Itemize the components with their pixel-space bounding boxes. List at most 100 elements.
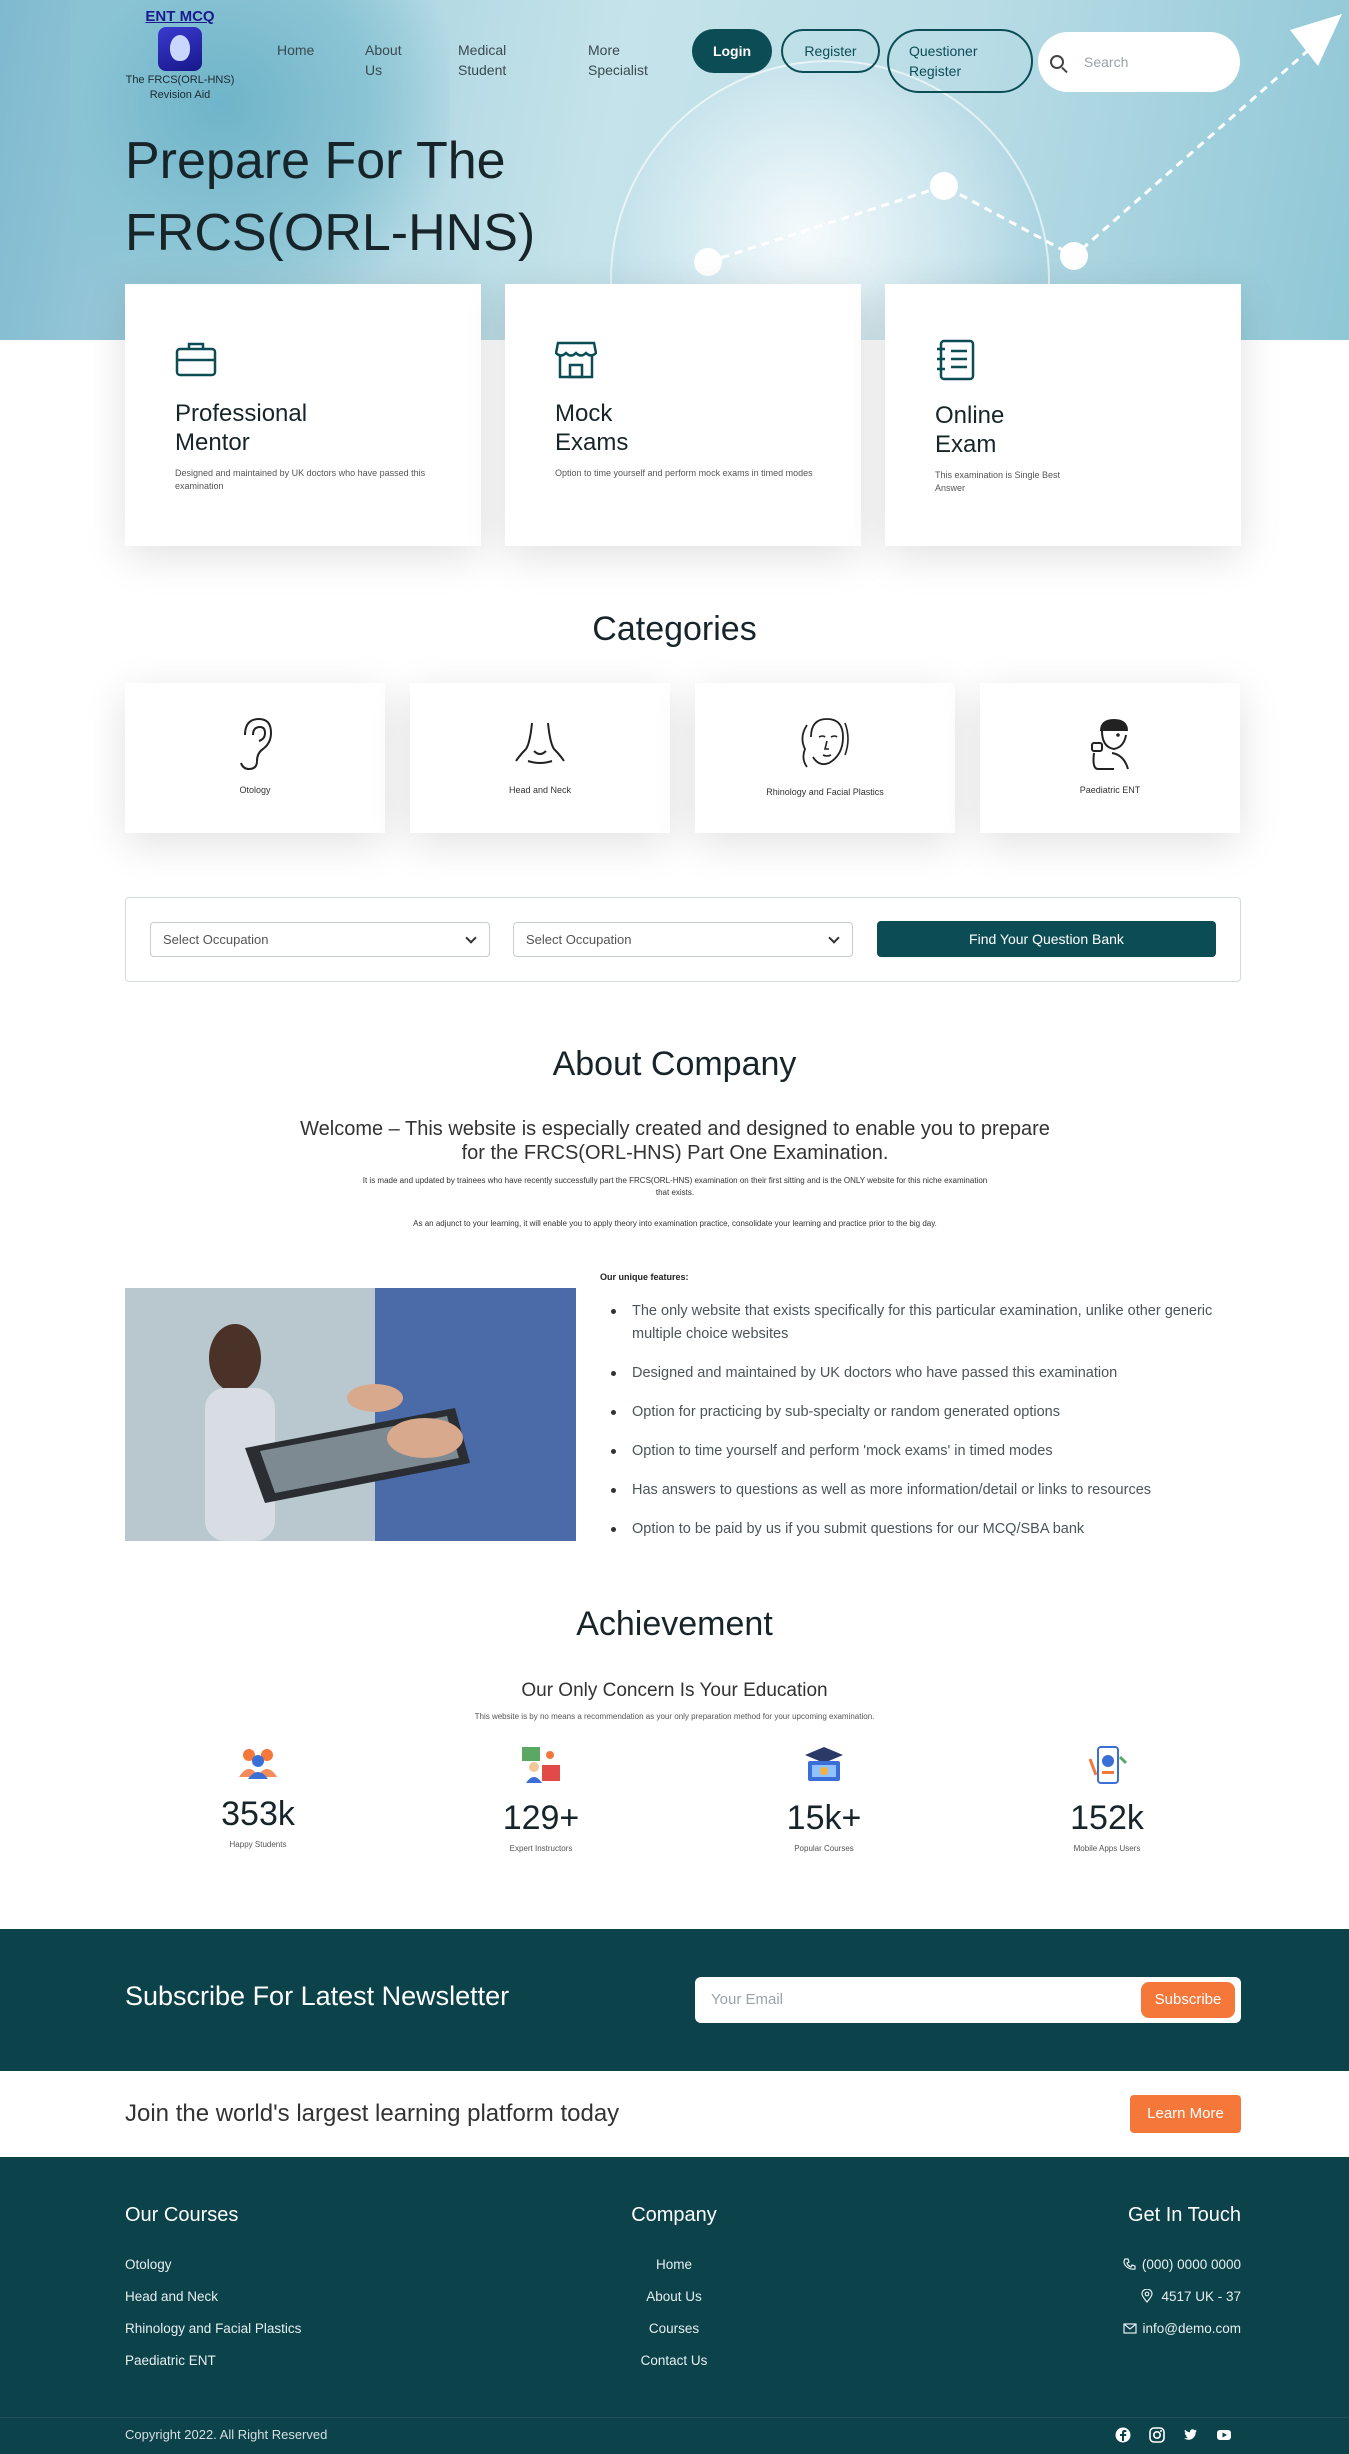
footer-email[interactable]: info@demo.com — [1041, 2321, 1241, 2336]
nav-home-label: Home — [277, 42, 315, 58]
questioner-label-1: Questioner — [909, 43, 978, 59]
feature-title-line-2: Exams — [555, 429, 629, 456]
chevron-down-icon — [465, 932, 477, 944]
feature-title: Mock Exams — [555, 399, 735, 457]
occupation-select-1[interactable]: Select Occupation — [150, 922, 490, 957]
child-ent-icon — [1091, 719, 1129, 770]
footer-contact-title: Get In Touch — [1127, 2204, 1241, 2226]
category-card-paediatric[interactable]: Paediatric ENT — [980, 683, 1240, 833]
feature-title: Professional Mentor — [175, 399, 355, 457]
login-button[interactable]: Login — [692, 29, 772, 73]
footer-link-otology[interactable]: Otology — [125, 2257, 172, 2272]
stat-popular-courses: 15k+ Popular Courses — [724, 1745, 924, 1853]
hero-heading: Prepare For The FRCS(ORL-HNS) — [125, 125, 535, 269]
footer-courses-title: Our Courses — [125, 2204, 239, 2226]
occupation-select-2[interactable]: Select Occupation — [513, 922, 853, 957]
facebook-icon[interactable] — [1115, 2427, 1131, 2443]
footer-link-contact[interactable]: Contact Us — [574, 2353, 774, 2368]
footer-link-rhinology[interactable]: Rhinology and Facial Plastics — [125, 2321, 301, 2336]
footer-link-head-neck[interactable]: Head and Neck — [125, 2289, 218, 2304]
about-photo-image — [125, 1288, 576, 1541]
stat-mobile-app-users: 152k Mobile Apps Users — [1007, 1745, 1207, 1853]
feature-card-online-exam: Online Exam This examination is Single B… — [885, 284, 1241, 546]
footer-link-paediatric[interactable]: Paediatric ENT — [125, 2353, 216, 2368]
stat-happy-students: 353k Happy Students — [158, 1745, 358, 1849]
about-paragraph-2: As an adjunct to your learning, it will … — [413, 1219, 937, 1228]
category-label: Rhinology and Facial Plastics — [766, 787, 884, 797]
nav-medical-student[interactable]: Medical Student — [458, 40, 506, 80]
join-text: Join the world's largest learning platfo… — [125, 2100, 620, 2127]
footer-company-title: Company — [631, 2204, 717, 2226]
copyright-text: Copyright 2022. All Right Reserved — [125, 2427, 328, 2442]
subscribe-button[interactable]: Subscribe — [1141, 1982, 1235, 2018]
footer-phone[interactable]: (000) 0000 0000 — [1041, 2257, 1241, 2272]
about-title: About Company — [552, 1045, 797, 1083]
achievement-title: Achievement — [576, 1605, 773, 1643]
join-band: Join the world's largest learning platfo… — [0, 2071, 1349, 2157]
twitter-icon[interactable] — [1182, 2427, 1198, 2443]
categories-title: Categories — [592, 610, 757, 648]
achievement-subtitle: Our Only Concern Is Your Education — [521, 1680, 828, 1701]
category-card-otology[interactable]: Otology — [125, 683, 385, 833]
feature-title-line-1: Online — [935, 402, 1005, 429]
instructors-icon — [522, 1747, 560, 1783]
feature-title-line-1: Professional — [175, 400, 308, 427]
list-item: Option to time yourself and perform 'moc… — [600, 1440, 1240, 1463]
newsletter-email-field[interactable]: Your Email Subscribe — [695, 1977, 1241, 2023]
nav-about-us[interactable]: About Us — [365, 40, 402, 80]
category-card-rhinology[interactable]: Rhinology and Facial Plastics — [695, 683, 955, 833]
nav-more-specialist[interactable]: More Specialist — [588, 40, 648, 80]
stat-value: 152k — [1070, 1799, 1144, 1837]
site-logo[interactable]: ENT MCQ The FRCS(ORL-HNS) Revision Aid — [120, 8, 240, 103]
search-input[interactable]: Search — [1038, 32, 1240, 92]
list-item: Option for practicing by sub-specialty o… — [600, 1401, 1240, 1424]
newsletter-title: Subscribe For Latest Newsletter — [125, 1981, 510, 2011]
about-paragraph-1: It is made and updated by trainees who h… — [362, 1176, 988, 1197]
nav-home[interactable]: Home — [277, 40, 314, 60]
occupation-select-1-value: Select Occupation — [163, 932, 269, 947]
stat-expert-instructors: 129+ Expert Instructors — [441, 1745, 641, 1853]
mail-icon — [1122, 2323, 1137, 2334]
nav-more-label-2: Specialist — [588, 62, 648, 78]
stat-label: Mobile Apps Users — [1073, 1844, 1141, 1853]
logo-badge-icon — [158, 27, 202, 71]
feature-title: Online Exam — [935, 401, 1115, 459]
question-bank-finder: Select Occupation Select Occupation Find… — [125, 897, 1241, 982]
stat-label: Expert Instructors — [509, 1844, 573, 1853]
list-item: Option to be paid by us if you submit qu… — [600, 1518, 1240, 1541]
search-icon — [1050, 55, 1064, 69]
nav-about-label-2: Us — [365, 62, 383, 78]
email-placeholder: Your Email — [711, 1991, 783, 2008]
register-button[interactable]: Register — [781, 29, 880, 73]
chevron-down-icon — [828, 932, 840, 944]
courses-icon — [805, 1747, 843, 1781]
notebook-icon — [937, 339, 975, 381]
find-question-bank-button[interactable]: Find Your Question Bank — [877, 921, 1216, 957]
footer-address: 4517 UK - 37 — [1041, 2288, 1241, 2304]
feature-description: Designed and maintained by UK doctors wh… — [175, 468, 426, 491]
tablet-hands-illustration — [125, 1288, 576, 1541]
category-card-head-neck[interactable]: Head and Neck — [410, 683, 670, 833]
footer-link-about[interactable]: About Us — [574, 2289, 774, 2304]
nav-more-label-1: More — [588, 42, 620, 58]
hero-heading-line-1: Prepare For The — [125, 132, 506, 190]
store-icon — [555, 341, 597, 379]
students-icon — [239, 1749, 277, 1779]
achievement-note: This website is by no means a recommenda… — [474, 1712, 875, 1721]
briefcase-icon — [175, 342, 217, 377]
footer-link-home[interactable]: Home — [574, 2257, 774, 2272]
newsletter-band: Subscribe For Latest Newsletter Your Ema… — [0, 1929, 1349, 2071]
ear-icon — [240, 717, 273, 771]
questioner-register-button[interactable]: Questioner Register — [887, 29, 1033, 93]
youtube-icon[interactable] — [1216, 2427, 1232, 2443]
learn-more-button[interactable]: Learn More — [1130, 2095, 1241, 2133]
instagram-icon[interactable] — [1149, 2427, 1165, 2443]
nav-medical-label-1: Medical — [458, 42, 507, 58]
stat-value: 129+ — [502, 1799, 580, 1837]
feature-title-line-2: Mentor — [175, 429, 250, 456]
footer-link-courses[interactable]: Courses — [574, 2321, 774, 2336]
feature-title-line-1: Mock — [555, 400, 613, 427]
hero-heading-line-2: FRCS(ORL-HNS) — [125, 204, 536, 262]
list-item: Has answers to questions as well as more… — [600, 1479, 1240, 1502]
location-pin-icon — [1141, 2288, 1154, 2303]
